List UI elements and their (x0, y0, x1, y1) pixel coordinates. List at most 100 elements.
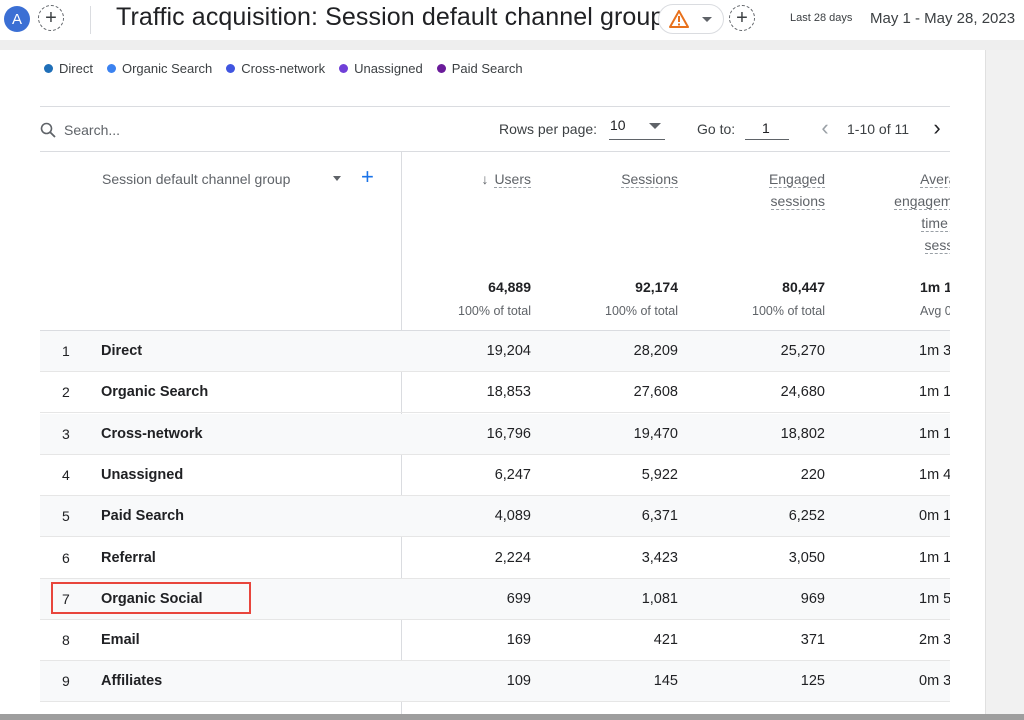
column-header-average-engagement[interactable]: Averageengagementtime persession (880, 168, 950, 258)
row-index: 1 (62, 343, 70, 359)
engaged-sessions-value: 371 (800, 632, 825, 649)
table-row[interactable]: 1 Direct 19,204 28,209 25,270 1m 3 (40, 331, 950, 372)
avg-engagement-cell: 1m 1 (900, 384, 950, 404)
date-range-picker[interactable]: May 1 - May 28, 2023 (870, 10, 1015, 27)
column-header-sessions[interactable]: Sessions (621, 168, 678, 190)
legend-item: Cross-network (226, 61, 325, 76)
add-comparison-icon[interactable]: + (38, 5, 64, 31)
avg-engagement-value: 2m 3 (919, 632, 950, 649)
users-value: 19,204 (486, 343, 531, 359)
column-header-engaged-sessions[interactable]: Engaged sessions (755, 168, 825, 212)
add-dimension-icon[interactable]: + (361, 166, 374, 188)
channel-name: Cross-network (101, 425, 203, 442)
table-row[interactable]: 8 Email 169 421 371 2m 3 (40, 620, 950, 662)
table-row[interactable]: 4 Unassigned 6,247 5,922 220 1m 4 (40, 455, 950, 496)
legend-label: Cross-network (241, 61, 326, 76)
engaged-sessions-value: 6,252 (788, 508, 825, 525)
sessions-value: 1,081 (641, 590, 678, 607)
chevron-down-icon (649, 123, 661, 129)
channel-name: Affiliates (101, 673, 163, 690)
channel-name: Email (101, 632, 140, 649)
avg-engagement-cell: 1m 5 (900, 591, 950, 611)
avg-engagement-value: 1m 5 (919, 590, 950, 607)
total-avg-percent: Avg 0% (920, 304, 950, 318)
date-range-label: Last 28 days (790, 12, 853, 24)
users-value: 699 (506, 590, 531, 607)
window-edge (0, 714, 1024, 720)
row-index: 5 (62, 508, 70, 525)
sessions-value: 28,209 (633, 343, 678, 359)
chevron-down-icon (702, 17, 712, 22)
dimension-header[interactable]: Session default channel group (102, 171, 290, 187)
divider (90, 6, 91, 34)
previous-page-button[interactable]: ‹ (815, 117, 835, 140)
sessions-value: 6,371 (641, 508, 678, 525)
legend-label: Direct (59, 61, 93, 76)
engaged-sessions-value: 3,050 (788, 549, 825, 566)
chevron-down-icon[interactable] (333, 176, 341, 181)
avg-engagement-value: 1m 1 (919, 425, 950, 442)
next-page-button[interactable]: › (927, 117, 947, 140)
highlight-box (51, 582, 251, 614)
avg-engagement-cell: 1m 4 (900, 467, 950, 487)
users-value: 109 (506, 673, 531, 690)
row-index: 8 (62, 632, 70, 649)
table-row[interactable]: 6 Referral 2,224 3,423 3,050 1m 1 (40, 538, 950, 579)
total-sessions-percent: 100% of total (605, 304, 678, 318)
avg-engagement-value: 0m 3 (919, 673, 950, 690)
users-value: 169 (506, 632, 531, 649)
data-quality-chip[interactable] (658, 4, 724, 34)
legend-item: Organic Search (106, 61, 212, 76)
table-row[interactable]: 9 Affiliates 109 145 125 0m 3 (40, 661, 950, 703)
sessions-value: 5,922 (641, 466, 678, 483)
report-header: A + Traffic acquisition: Session default… (0, 0, 1024, 40)
sort-arrow-icon: ↓ (481, 171, 489, 187)
search-icon (40, 122, 56, 138)
sessions-value: 421 (653, 632, 678, 649)
avg-engagement-cell: 1m 1 (900, 550, 950, 570)
avg-engagement-cell: 0m 1 (900, 508, 950, 528)
engaged-sessions-value: 24,680 (780, 384, 825, 401)
channel-name: Direct (101, 343, 143, 359)
table-row[interactable]: 3 Cross-network 16,796 19,470 18,802 1m 1 (40, 413, 950, 455)
total-avg-engagement: 1m 1 (920, 279, 950, 295)
avg-engagement-value: 1m 3 (919, 343, 950, 359)
scrollbar-gutter (985, 50, 1024, 720)
channel-name: Paid Search (101, 508, 185, 525)
go-to-page-input[interactable] (745, 116, 789, 140)
column-header-users[interactable]: ↓ Users (481, 168, 531, 190)
total-engaged-percent: 100% of total (752, 304, 825, 318)
go-to-label: Go to: (697, 121, 736, 137)
chart-legend: Direct Organic Search Cross-network Unassig… (44, 61, 523, 76)
legend-dot-icon (436, 64, 446, 73)
avg-engagement-value: 1m 4 (919, 466, 950, 483)
row-index: 2 (62, 384, 70, 401)
avg-engagement-value: 1m 1 (919, 384, 950, 401)
engaged-sessions-value: 18,802 (780, 425, 825, 442)
table-row[interactable]: 2 Organic Search 18,853 27,608 24,680 1m 1 (40, 372, 950, 414)
legend-label: Unassigned (354, 61, 423, 76)
avg-engagement-cell: 1m 3 (900, 343, 950, 363)
engaged-sessions-value: 25,270 (780, 343, 825, 359)
search-input[interactable] (64, 120, 264, 140)
add-icon[interactable]: + (729, 5, 755, 31)
avg-engagement-cell: 0m 3 (900, 673, 950, 693)
engaged-sessions-value: 969 (800, 590, 825, 607)
row-index: 6 (62, 549, 70, 566)
engaged-sessions-value: 125 (800, 673, 825, 690)
legend-dot-icon (226, 64, 236, 73)
divider (40, 106, 950, 107)
avatar[interactable]: A (4, 6, 30, 32)
rows-per-page-select[interactable]: 10 (609, 116, 665, 140)
warning-icon (669, 10, 689, 28)
legend-dot-icon (339, 64, 349, 73)
sessions-value: 27,608 (633, 384, 678, 401)
page-range: 1-10 of 11 (847, 121, 910, 137)
legend-dot-icon (106, 64, 116, 73)
avg-engagement-value: 0m 1 (919, 508, 950, 525)
table-row[interactable]: 5 Paid Search 4,089 6,371 6,252 0m 1 (40, 496, 950, 538)
row-index: 3 (62, 425, 70, 442)
rows-per-page-value: 10 (610, 117, 626, 133)
users-value: 16,796 (486, 425, 531, 442)
total-engaged-sessions: 80,447 (782, 279, 825, 295)
